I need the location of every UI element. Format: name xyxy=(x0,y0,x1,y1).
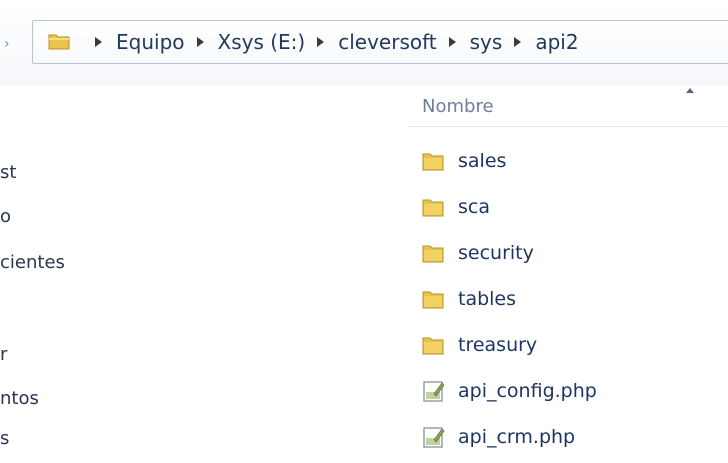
navigation-pane: st o cientes r ntos s xyxy=(0,86,408,463)
file-name: api_crm.php xyxy=(458,426,576,448)
folder-icon xyxy=(422,153,444,171)
sort-ascending-icon xyxy=(686,88,694,93)
nav-item[interactable]: cientes xyxy=(0,252,65,273)
breadcrumb-separator-icon[interactable] xyxy=(514,37,522,47)
column-header-label: Nombre xyxy=(422,96,494,117)
folder-icon xyxy=(422,245,444,263)
address-bar[interactable]: Equipo Xsys (E:) cleversoft sys api2 xyxy=(32,20,728,64)
list-item[interactable]: treasury xyxy=(420,326,728,364)
folder-icon xyxy=(422,199,444,217)
folder-icon xyxy=(422,337,444,355)
breadcrumb-item-sys[interactable]: sys xyxy=(470,30,503,54)
nav-item[interactable]: st xyxy=(0,162,16,183)
list-item[interactable]: tables xyxy=(420,280,728,318)
php-file-icon xyxy=(423,381,445,402)
file-name: sales xyxy=(458,150,507,172)
nav-item[interactable]: r xyxy=(0,344,7,365)
breadcrumb-separator-icon[interactable] xyxy=(95,37,102,47)
php-file-icon xyxy=(423,427,445,448)
list-item[interactable]: api_config.php xyxy=(420,372,728,410)
breadcrumb-separator-icon[interactable] xyxy=(317,37,325,47)
breadcrumb-item-xsys[interactable]: Xsys (E:) xyxy=(218,30,306,54)
list-item[interactable]: security xyxy=(420,234,728,272)
breadcrumb-separator-icon[interactable] xyxy=(196,37,204,47)
file-list: Nombre sales sca security tables treasur… xyxy=(408,86,728,463)
breadcrumb-item-api2[interactable]: api2 xyxy=(535,30,578,54)
file-name: sca xyxy=(458,196,490,218)
nav-item[interactable]: ntos xyxy=(0,388,39,409)
nav-item[interactable]: s xyxy=(0,428,9,449)
column-header-name[interactable]: Nombre xyxy=(408,86,728,127)
file-name: security xyxy=(458,242,534,264)
nav-arrow-icon[interactable]: › xyxy=(4,36,10,52)
list-item[interactable]: sca xyxy=(420,188,728,226)
nav-item[interactable]: o xyxy=(0,206,11,227)
folder-icon xyxy=(422,291,444,309)
list-item[interactable]: sales xyxy=(420,142,728,180)
file-name: api_config.php xyxy=(458,380,597,402)
breadcrumb-item-cleversoft[interactable]: cleversoft xyxy=(338,30,436,54)
folder-icon xyxy=(48,34,70,50)
toolbar: › Equipo Xsys (E:) cleversoft sys api2 xyxy=(0,0,728,86)
list-item[interactable]: api_crm.php xyxy=(420,418,728,456)
breadcrumb-separator-icon[interactable] xyxy=(448,37,456,47)
file-name: tables xyxy=(458,288,517,310)
breadcrumb-item-equipo[interactable]: Equipo xyxy=(116,30,185,54)
file-name: treasury xyxy=(458,334,538,356)
breadcrumb: Equipo Xsys (E:) cleversoft sys api2 xyxy=(83,21,579,63)
